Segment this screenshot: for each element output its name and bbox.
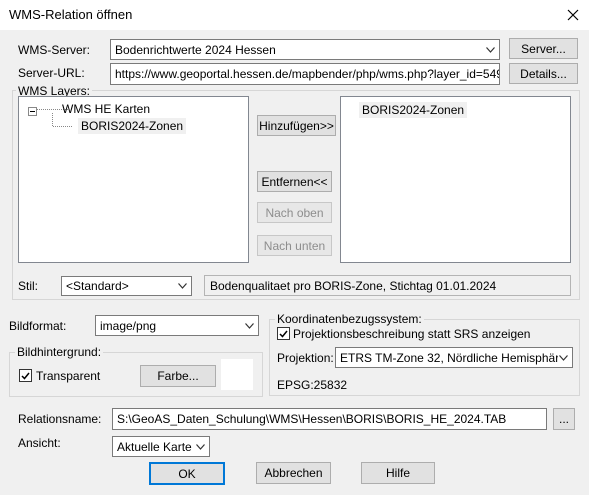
wms-server-dropdown[interactable]: Bodenrichtwerte 2024 Hessen bbox=[110, 39, 500, 60]
help-button[interactable]: Hilfe bbox=[361, 462, 435, 484]
chevron-down-icon bbox=[196, 443, 205, 450]
view-dropdown[interactable]: Aktuelle Karte bbox=[112, 436, 210, 457]
chevron-down-icon bbox=[559, 354, 568, 361]
chevron-down-icon bbox=[245, 322, 254, 329]
view-value: Aktuelle Karte bbox=[117, 439, 192, 454]
server-url-value: https://www.geoportal.hessen.de/mapbende… bbox=[115, 67, 499, 81]
style-label: Stil: bbox=[18, 279, 39, 293]
image-format-label: Bildformat: bbox=[9, 319, 67, 333]
relation-name-value: S:\GeoAS_Daten_Schulung\WMS\Hessen\BORIS… bbox=[117, 412, 507, 426]
browse-button[interactable]: ... bbox=[553, 408, 575, 430]
epsg-code: EPSG:25832 bbox=[277, 378, 348, 392]
style-value: <Standard> bbox=[66, 279, 129, 293]
layer-tree[interactable]: WMS HE Karten BORIS2024-Zonen bbox=[18, 96, 249, 263]
cancel-button[interactable]: Abbrechen bbox=[256, 462, 331, 484]
chevron-down-icon bbox=[486, 46, 495, 53]
relation-name-label: Relationsname: bbox=[18, 412, 102, 426]
image-format-dropdown[interactable]: image/png bbox=[95, 315, 259, 336]
layer-description: Bodenqualitaet pro BORIS-Zone, Stichtag … bbox=[204, 275, 571, 296]
server-url-label: Server-URL: bbox=[18, 66, 85, 80]
tree-item-boris[interactable]: BORIS2024-Zonen bbox=[78, 118, 187, 134]
image-background-group-label: Bildhintergrund: bbox=[15, 345, 104, 359]
color-swatch[interactable] bbox=[221, 359, 253, 390]
projection-dropdown[interactable]: ETRS TM-Zone 32, Nördliche Hemisphäre (E… bbox=[335, 347, 573, 368]
transparent-label[interactable]: Transparent bbox=[36, 369, 100, 383]
add-layer-button[interactable]: Hinzufügen>> bbox=[257, 115, 336, 136]
projection-description-label[interactable]: Projektionsbeschreibung statt SRS anzeig… bbox=[293, 327, 530, 341]
server-url-input[interactable]: https://www.geoportal.hessen.de/mapbende… bbox=[110, 63, 500, 85]
close-icon bbox=[567, 9, 579, 21]
check-icon bbox=[279, 330, 288, 338]
transparent-checkbox[interactable] bbox=[19, 369, 32, 382]
move-up-button[interactable]: Nach oben bbox=[257, 202, 332, 223]
projection-description-checkbox[interactable] bbox=[277, 327, 290, 340]
relation-name-input[interactable]: S:\GeoAS_Daten_Schulung\WMS\Hessen\BORIS… bbox=[112, 408, 547, 430]
move-down-button[interactable]: Nach unten bbox=[257, 235, 332, 256]
window-title: WMS-Relation öffnen bbox=[9, 7, 133, 22]
close-button[interactable] bbox=[560, 3, 586, 27]
chevron-down-icon bbox=[178, 283, 187, 289]
color-button[interactable]: Farbe... bbox=[140, 365, 216, 387]
selected-layers-list[interactable]: BORIS2024-Zonen bbox=[340, 96, 571, 263]
tree-item-root[interactable]: WMS HE Karten bbox=[62, 102, 150, 116]
image-format-value: image/png bbox=[100, 318, 157, 333]
view-label: Ansicht: bbox=[18, 436, 61, 450]
wms-server-value: Bodenrichtwerte 2024 Hessen bbox=[115, 42, 276, 57]
details-button[interactable]: Details... bbox=[509, 63, 578, 84]
server-button[interactable]: Server... bbox=[509, 38, 578, 59]
selected-layer-item[interactable]: BORIS2024-Zonen bbox=[359, 102, 468, 118]
projection-value: ETRS TM-Zone 32, Nördliche Hemisphäre (E… bbox=[340, 350, 558, 365]
remove-layer-button[interactable]: Entfernen<< bbox=[257, 171, 332, 192]
ok-button[interactable]: OK bbox=[149, 462, 225, 485]
check-icon bbox=[21, 372, 30, 380]
wms-server-label: WMS-Server: bbox=[18, 43, 90, 57]
projection-label: Projektion: bbox=[277, 351, 334, 365]
crs-group-label: Koordinatenbezugssystem: bbox=[275, 312, 424, 326]
style-dropdown[interactable]: <Standard> bbox=[61, 276, 192, 296]
